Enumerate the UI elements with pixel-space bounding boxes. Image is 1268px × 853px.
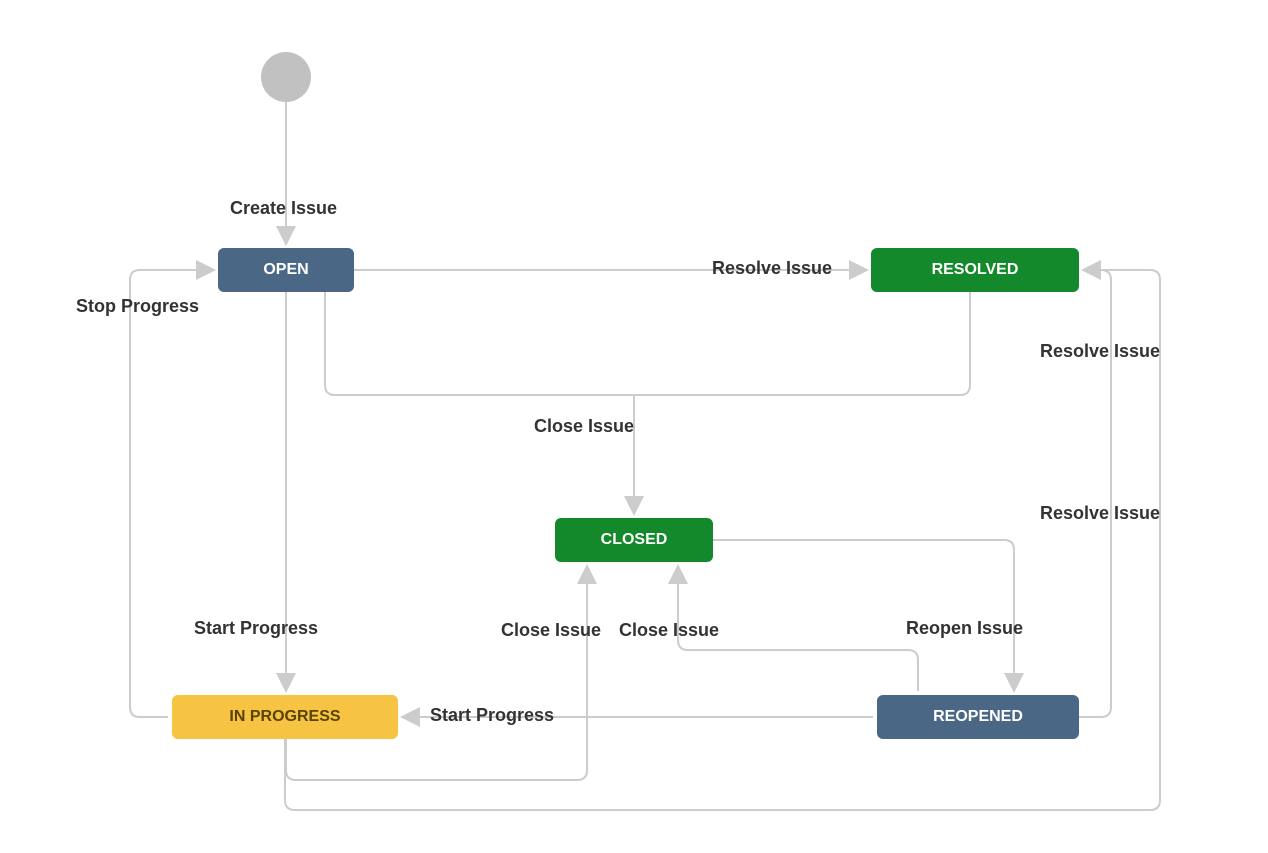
state-in-progress: IN PROGRESS xyxy=(172,695,398,739)
label-close-issue-reopened: Close Issue xyxy=(619,620,719,641)
edge-reopen-issue xyxy=(713,540,1014,691)
state-reopened: REOPENED xyxy=(877,695,1079,739)
label-reopen-issue: Reopen Issue xyxy=(906,618,1023,639)
label-resolve-issue-open: Resolve Issue xyxy=(712,258,832,279)
label-start-progress-open: Start Progress xyxy=(194,618,318,639)
label-stop-progress: Stop Progress xyxy=(76,296,199,317)
edge-close-issue-in-progress xyxy=(286,566,587,780)
label-start-progress-reopened: Start Progress xyxy=(430,705,554,726)
label-close-issue-in-progress: Close Issue xyxy=(501,620,601,641)
state-closed-label: CLOSED xyxy=(601,531,668,549)
label-create-issue: Create Issue xyxy=(230,198,337,219)
state-resolved: RESOLVED xyxy=(871,248,1079,292)
label-resolve-issue-in-progress: Resolve Issue xyxy=(1040,503,1160,524)
workflow-diagram: OPEN RESOLVED CLOSED IN PROGRESS REOPENE… xyxy=(0,0,1268,853)
state-closed: CLOSED xyxy=(555,518,713,562)
edge-close-issue-top-bar xyxy=(325,292,970,395)
state-in-progress-label: IN PROGRESS xyxy=(229,708,340,726)
label-resolve-issue-reopened: Resolve Issue xyxy=(1040,341,1160,362)
state-open: OPEN xyxy=(218,248,354,292)
edge-resolve-issue-reopened xyxy=(1079,270,1111,717)
label-close-issue-top: Close Issue xyxy=(534,416,634,437)
state-open-label: OPEN xyxy=(263,261,308,279)
start-node-icon xyxy=(261,52,311,102)
state-reopened-label: REOPENED xyxy=(933,708,1023,726)
edge-stop-progress xyxy=(130,270,214,717)
state-resolved-label: RESOLVED xyxy=(932,261,1019,279)
